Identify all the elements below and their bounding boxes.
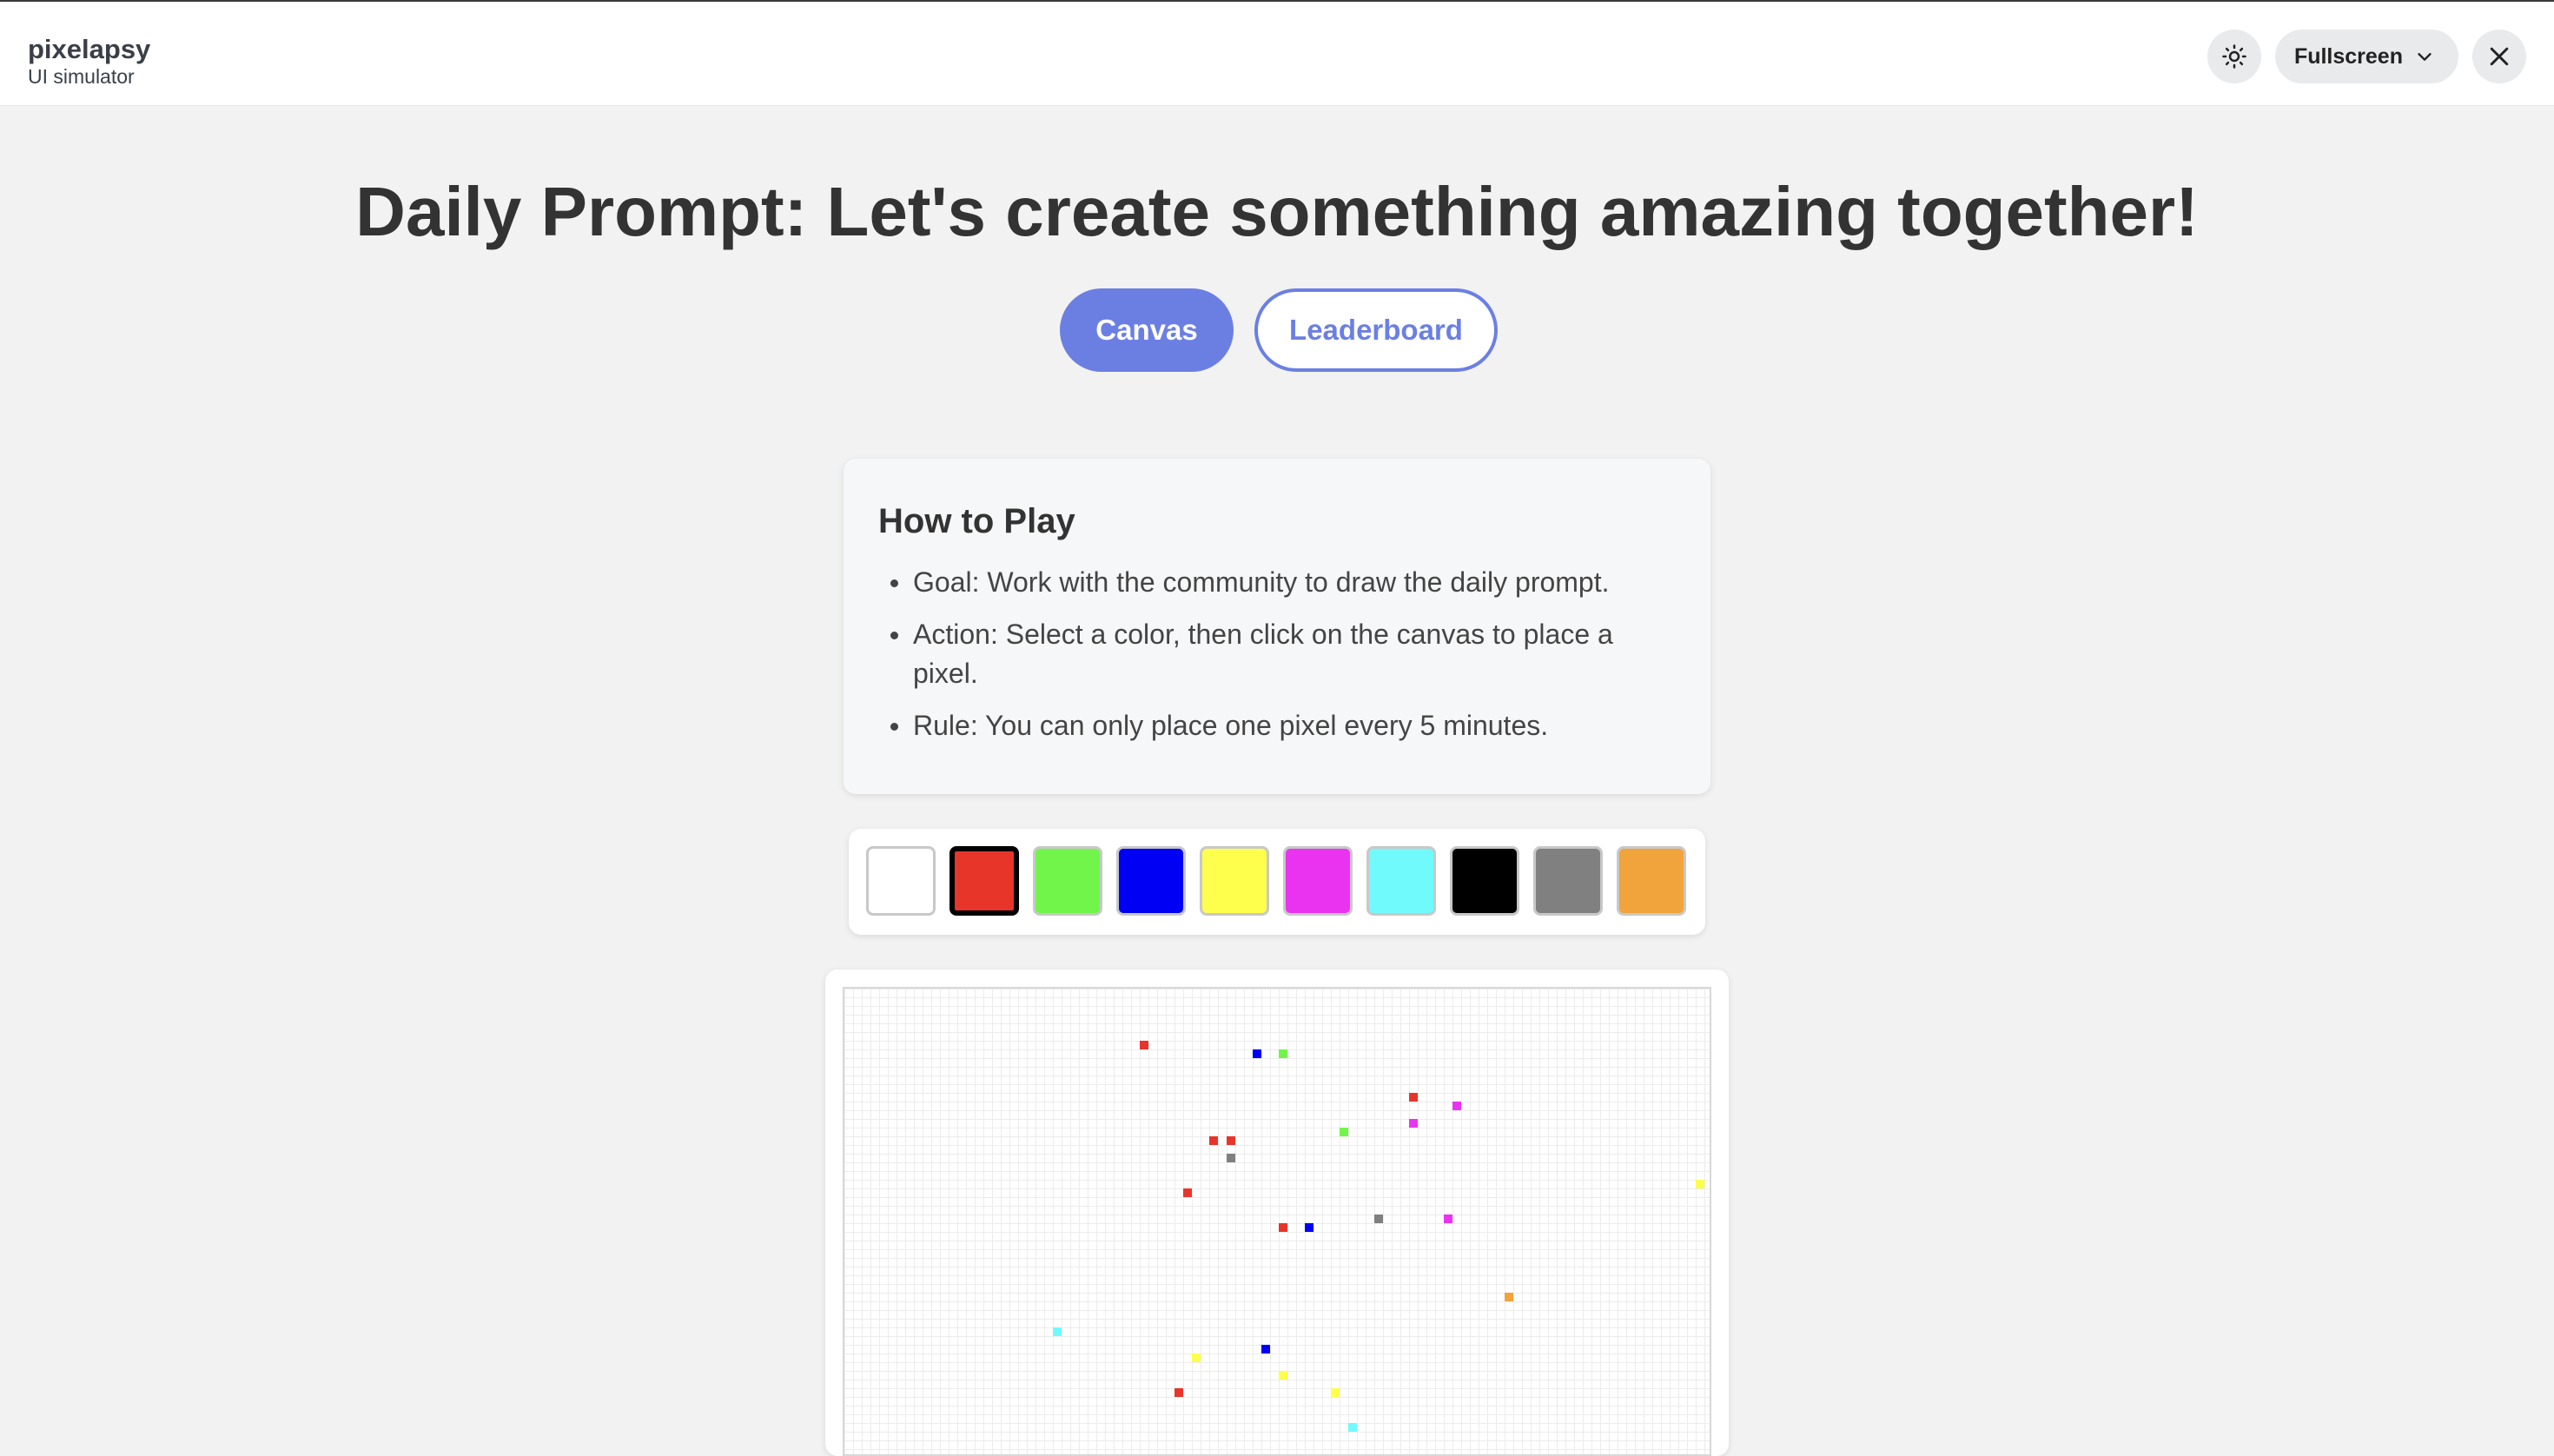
color-swatch[interactable] xyxy=(1116,846,1186,916)
placed-pixel xyxy=(1505,1293,1513,1301)
placed-pixel xyxy=(1279,1371,1287,1380)
color-swatch[interactable] xyxy=(1450,846,1519,916)
pixel-canvas[interactable] xyxy=(843,987,1711,1456)
tab-leaderboard[interactable]: Leaderboard xyxy=(1254,288,1498,372)
placed-pixel xyxy=(1444,1214,1452,1223)
color-swatch[interactable] xyxy=(1200,846,1269,916)
color-swatch[interactable] xyxy=(1283,846,1353,916)
app-title: pixelapsy xyxy=(28,34,151,64)
fullscreen-label: Fullscreen xyxy=(2293,43,2403,69)
theme-toggle-button[interactable] xyxy=(2207,30,2261,83)
how-to-play-title: How to Play xyxy=(878,502,1075,540)
placed-pixel xyxy=(1253,1049,1261,1058)
placed-pixel xyxy=(1374,1214,1383,1223)
bar-controls: Fullscreen xyxy=(2207,30,2526,83)
color-swatch[interactable] xyxy=(1033,846,1102,916)
placed-pixel xyxy=(1227,1136,1235,1145)
placed-pixel xyxy=(1209,1136,1218,1145)
tab-canvas[interactable]: Canvas xyxy=(1060,288,1234,372)
rules-list: Goal: Work with the community to draw th… xyxy=(878,563,1676,745)
placed-pixel xyxy=(1053,1327,1062,1336)
color-swatch[interactable] xyxy=(1533,846,1603,916)
canvas-card xyxy=(825,970,1729,1456)
placed-pixel xyxy=(1279,1223,1287,1232)
placed-pixel xyxy=(1348,1423,1357,1432)
placed-pixel xyxy=(1409,1093,1418,1102)
page-title: Daily Prompt: Let's create something ama… xyxy=(355,173,2199,250)
color-swatch[interactable] xyxy=(949,846,1019,916)
placed-pixel xyxy=(1452,1102,1461,1110)
color-swatch[interactable] xyxy=(1366,846,1436,916)
placed-pixel xyxy=(1696,1180,1704,1188)
placed-pixel xyxy=(1331,1388,1340,1397)
rule-cooldown: Rule: You can only place one pixel every… xyxy=(878,706,1643,745)
color-palette xyxy=(849,829,1705,935)
chevron-down-icon xyxy=(2418,53,2432,61)
brand: pixelapsy UI simulator xyxy=(28,35,150,89)
placed-pixel xyxy=(1192,1353,1201,1362)
app-bar: pixelapsy UI simulator Fullscreen xyxy=(0,2,2554,106)
fullscreen-dropdown[interactable]: Fullscreen xyxy=(2274,30,2458,83)
rule-goal: Goal: Work with the community to draw th… xyxy=(878,563,1643,602)
placed-pixel xyxy=(1227,1154,1235,1162)
close-button[interactable] xyxy=(2472,30,2526,83)
placed-pixel xyxy=(1140,1041,1148,1049)
placed-pixel xyxy=(1340,1128,1348,1136)
placed-pixel xyxy=(1183,1188,1192,1197)
placed-pixel xyxy=(1174,1388,1183,1397)
color-swatch[interactable] xyxy=(1617,846,1686,916)
sun-icon xyxy=(2222,44,2246,69)
app-subtitle: UI simulator xyxy=(28,65,135,88)
view-tabs: Canvas Leaderboard xyxy=(1060,288,1498,372)
placed-pixel xyxy=(1279,1049,1287,1058)
close-icon xyxy=(2490,47,2509,66)
placed-pixel xyxy=(1261,1345,1270,1353)
color-swatch[interactable] xyxy=(866,846,936,916)
placed-pixel xyxy=(1305,1223,1313,1232)
placed-pixel xyxy=(1409,1119,1418,1128)
how-to-play-card: How to Play Goal: Work with the communit… xyxy=(844,459,1710,794)
rule-action: Action: Select a color, then click on th… xyxy=(878,615,1643,693)
